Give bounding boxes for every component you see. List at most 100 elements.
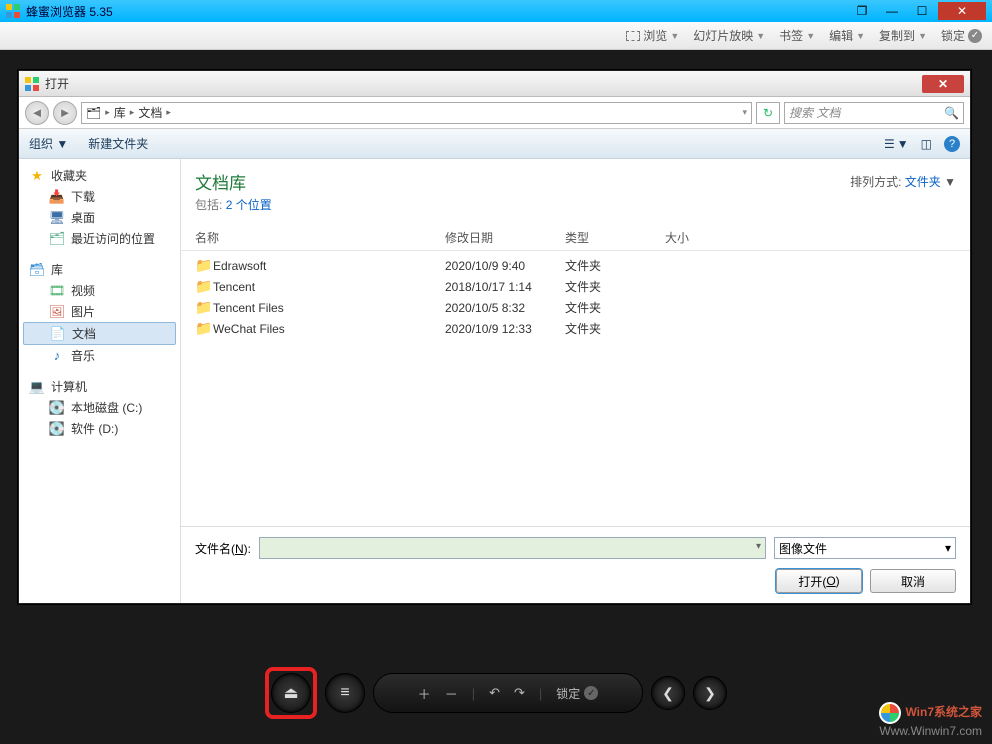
- col-type[interactable]: 类型: [565, 229, 665, 246]
- library-includes: 包括: 2 个位置: [195, 196, 956, 213]
- drive-icon: 💽: [49, 400, 65, 416]
- prev-button[interactable]: ❮: [651, 676, 685, 710]
- pictures-icon: 🖼: [49, 304, 65, 320]
- tree-video[interactable]: 🎞视频: [19, 280, 180, 301]
- help-icon[interactable]: ?: [944, 136, 960, 152]
- tree-computer[interactable]: 💻计算机: [19, 376, 180, 397]
- menu-slideshow[interactable]: 幻灯片放映▼: [693, 27, 765, 44]
- undo-button[interactable]: ↶: [489, 685, 500, 701]
- search-icon: 🔍: [944, 106, 959, 120]
- filename-label: 文件名(N):: [195, 540, 251, 557]
- app-title: 蜂蜜浏览器 5.35: [26, 3, 113, 20]
- dialog-title: 打开: [45, 75, 69, 92]
- tree-drive-c[interactable]: 💽本地磁盘 (C:): [19, 397, 180, 418]
- tree-pictures[interactable]: 🖼图片: [19, 301, 180, 322]
- sort-by[interactable]: 排列方式: 文件夹 ▼: [850, 173, 956, 190]
- dialog-footer: 文件名(N): ▾ 图像文件▾ 打开(O) 取消: [181, 526, 970, 603]
- menu-edit[interactable]: 编辑▼: [829, 27, 865, 44]
- toolbar-preview-pane[interactable]: ◫: [921, 137, 932, 151]
- col-size[interactable]: 大小: [665, 229, 956, 246]
- table-row[interactable]: 📁Tencent2018/10/17 1:14文件夹: [195, 276, 956, 297]
- tree-music[interactable]: ♪音乐: [19, 345, 180, 366]
- dialog-toolbar: 组织 ▼ 新建文件夹 ☰ ▼ ◫ ?: [19, 129, 970, 159]
- tree-recent[interactable]: 🗂最近访问的位置: [19, 228, 180, 249]
- zoom-out-button[interactable]: －: [445, 684, 458, 703]
- dialog-navrow: ◄ ► 🗂 ▸ 库▸ 文档▸ ▾ ↻ 搜索 文档 🔍: [19, 97, 970, 129]
- toolbar-newfolder[interactable]: 新建文件夹: [88, 135, 148, 152]
- bottom-toolbar: ⏏ ≡ ＋ － | ↶ ↷ | 锁定✓ ❮ ❯: [265, 668, 727, 718]
- menu-bookmark[interactable]: 书签▼: [779, 27, 815, 44]
- download-folder-icon: 📥: [49, 189, 65, 205]
- toolbar-organize[interactable]: 组织 ▼: [29, 135, 68, 152]
- folder-icon: 📁: [195, 257, 213, 274]
- search-input[interactable]: 搜索 文档 🔍: [784, 102, 964, 124]
- dialog-close-button[interactable]: ✕: [922, 75, 964, 93]
- chevron-down-icon[interactable]: ▾: [752, 538, 765, 555]
- file-list-panel: 文档库 排列方式: 文件夹 ▼ 包括: 2 个位置 名称 修改日期 类型: [181, 159, 970, 603]
- table-row[interactable]: 📁Tencent Files2020/10/5 8:32文件夹: [195, 297, 956, 318]
- library-icon: 🗃: [29, 262, 45, 278]
- column-headers[interactable]: 名称 修改日期 类型 大小: [181, 225, 970, 251]
- video-icon: 🎞: [49, 283, 65, 299]
- col-name[interactable]: 名称: [195, 229, 445, 246]
- music-icon: ♪: [49, 348, 65, 364]
- breadcrumb-dropdown-icon[interactable]: ▾: [742, 107, 747, 118]
- maximize-button[interactable]: ☐: [908, 2, 936, 20]
- folder-icon: 📁: [195, 320, 213, 337]
- tree-favorites[interactable]: ★收藏夹: [19, 165, 180, 186]
- lock-check-icon: ✓: [584, 686, 598, 700]
- breadcrumb-lib-icon: 🗂: [86, 106, 101, 120]
- computer-icon: 💻: [29, 379, 45, 395]
- recent-icon: 🗂: [49, 231, 65, 247]
- cancel-button[interactable]: 取消: [870, 569, 956, 593]
- minimize-button[interactable]: —: [878, 2, 906, 20]
- file-type-select[interactable]: 图像文件▾: [774, 537, 956, 559]
- nav-tree: ★收藏夹 📥下载 🖥桌面 🗂最近访问的位置 🗃库 🎞视频 🖼图片 📄文档 ♪音乐…: [19, 159, 181, 603]
- desktop-icon: 🖥: [49, 210, 65, 226]
- center-bar: ＋ － | ↶ ↷ | 锁定✓: [373, 673, 643, 713]
- tree-drive-d[interactable]: 💽软件 (D:): [19, 418, 180, 439]
- eject-button[interactable]: ⏏: [271, 673, 311, 713]
- highlight-box: ⏏: [265, 667, 317, 719]
- tree-desktop[interactable]: 🖥桌面: [19, 207, 180, 228]
- next-button[interactable]: ❯: [693, 676, 727, 710]
- menu-view[interactable]: 浏览▼: [626, 27, 679, 44]
- view-mode-icon: [626, 31, 640, 41]
- tree-downloads[interactable]: 📥下载: [19, 186, 180, 207]
- app-menubar: 浏览▼ 幻灯片放映▼ 书签▼ 编辑▼ 复制到▼ 锁定✓: [0, 22, 992, 50]
- breadcrumb[interactable]: 🗂 ▸ 库▸ 文档▸ ▾: [81, 102, 752, 124]
- zoom-in-button[interactable]: ＋: [418, 684, 431, 703]
- dialog-titlebar: 打开 ✕: [19, 71, 970, 97]
- tree-documents[interactable]: 📄文档: [23, 322, 176, 345]
- tree-library[interactable]: 🗃库: [19, 259, 180, 280]
- restore-small-icon[interactable]: ❐: [848, 2, 876, 20]
- menu-copyto[interactable]: 复制到▼: [879, 27, 927, 44]
- toolbar-viewmode[interactable]: ☰ ▼: [884, 137, 909, 151]
- lock-check-icon: ✓: [968, 29, 982, 43]
- folder-icon: 📁: [195, 278, 213, 295]
- library-title: 文档库: [195, 169, 246, 194]
- close-button[interactable]: ✕: [938, 2, 986, 20]
- app-titlebar: 蜂蜜浏览器 5.35 ❐ — ☐ ✕: [0, 0, 992, 22]
- menu-lock[interactable]: 锁定✓: [941, 27, 982, 44]
- open-button[interactable]: 打开(O): [776, 569, 862, 593]
- search-placeholder: 搜索 文档: [789, 104, 840, 121]
- menu-button[interactable]: ≡: [325, 673, 365, 713]
- table-row[interactable]: 📁Edrawsoft2020/10/9 9:40文件夹: [195, 255, 956, 276]
- redo-button[interactable]: ↷: [514, 685, 525, 701]
- app-logo-icon: [6, 4, 20, 18]
- star-icon: ★: [29, 168, 45, 184]
- dialog-logo-icon: [25, 77, 39, 91]
- table-row[interactable]: 📁WeChat Files2020/10/9 12:33文件夹: [195, 318, 956, 339]
- includes-link[interactable]: 2 个位置: [226, 198, 272, 212]
- nav-back-button[interactable]: ◄: [25, 101, 49, 125]
- filename-input[interactable]: ▾: [259, 537, 766, 559]
- lock-toggle[interactable]: 锁定✓: [556, 685, 598, 702]
- documents-icon: 📄: [50, 326, 66, 342]
- nav-forward-button[interactable]: ►: [53, 101, 77, 125]
- col-date[interactable]: 修改日期: [445, 229, 565, 246]
- viewer-area: 打开 ✕ ◄ ► 🗂 ▸ 库▸ 文档▸ ▾ ↻ 搜索 文档 🔍 组织 ▼ 新建文…: [0, 50, 992, 744]
- drive-icon: 💽: [49, 421, 65, 437]
- folder-icon: 📁: [195, 299, 213, 316]
- refresh-button[interactable]: ↻: [756, 102, 780, 124]
